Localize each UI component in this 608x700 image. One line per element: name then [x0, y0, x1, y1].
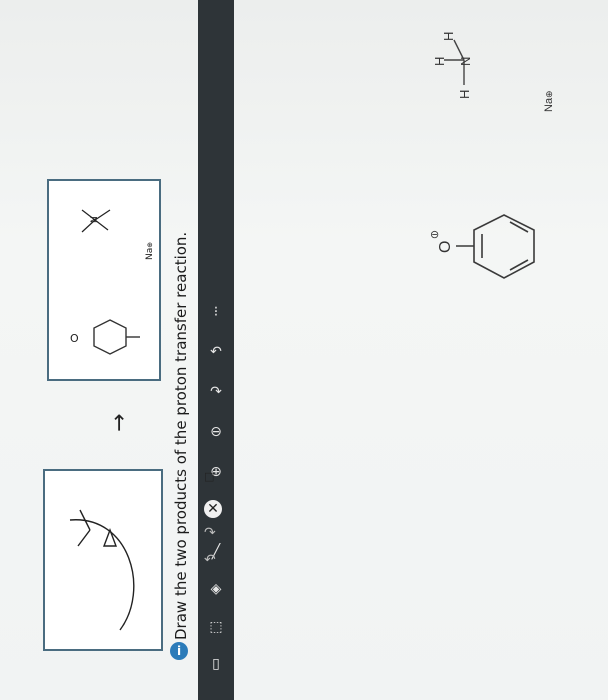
phenoxide-ring: [456, 214, 535, 279]
drawing-canvas[interactable]: H H H N Na⊕ O ⊖: [234, 0, 608, 700]
phenoxide-oxygen: O: [437, 241, 454, 253]
preview-na: Na⊕: [145, 242, 155, 260]
lasso-icon[interactable]: ↶: [204, 340, 228, 364]
info-badge: i: [170, 642, 188, 660]
amine-h2: H: [432, 57, 447, 66]
delete-icon[interactable]: ▯: [204, 652, 228, 676]
mechanism-panel: [43, 469, 163, 651]
preview-o: O: [70, 332, 79, 345]
amine-n: N: [458, 57, 473, 66]
atom-arrow-icon[interactable]: ↷: [204, 380, 228, 404]
remove-charge-icon[interactable]: ⊖: [204, 420, 228, 444]
lone-pair-icon[interactable]: ⁝: [204, 300, 228, 324]
eraser-icon[interactable]: ◈: [204, 577, 228, 601]
reaction-preview: N Na⊕ O →: [43, 179, 163, 651]
amine-h1: H: [441, 32, 456, 41]
redo-icon[interactable]: ↷: [204, 525, 216, 541]
amine-h3: H: [457, 90, 472, 99]
sodium-ion: Na⊕: [543, 90, 555, 112]
product-panel: [47, 179, 161, 381]
preview-amine-n: N: [90, 216, 100, 223]
clear-icon[interactable]: ✕: [204, 500, 222, 518]
reaction-arrow: →: [107, 414, 132, 432]
phenoxide-charge: ⊖: [430, 229, 439, 241]
undo-icon[interactable]: ↶: [204, 552, 216, 568]
select-icon[interactable]: ⬚: [204, 615, 228, 639]
question-text: Draw the two products of the proton tran…: [172, 231, 190, 640]
drawing-toolbar: ▯ ⬚ ◈ ╱ ∿ ⊕ ⊖ ↷ ↶ ⁝: [198, 0, 234, 700]
template-icon[interactable]: □: [204, 470, 214, 483]
